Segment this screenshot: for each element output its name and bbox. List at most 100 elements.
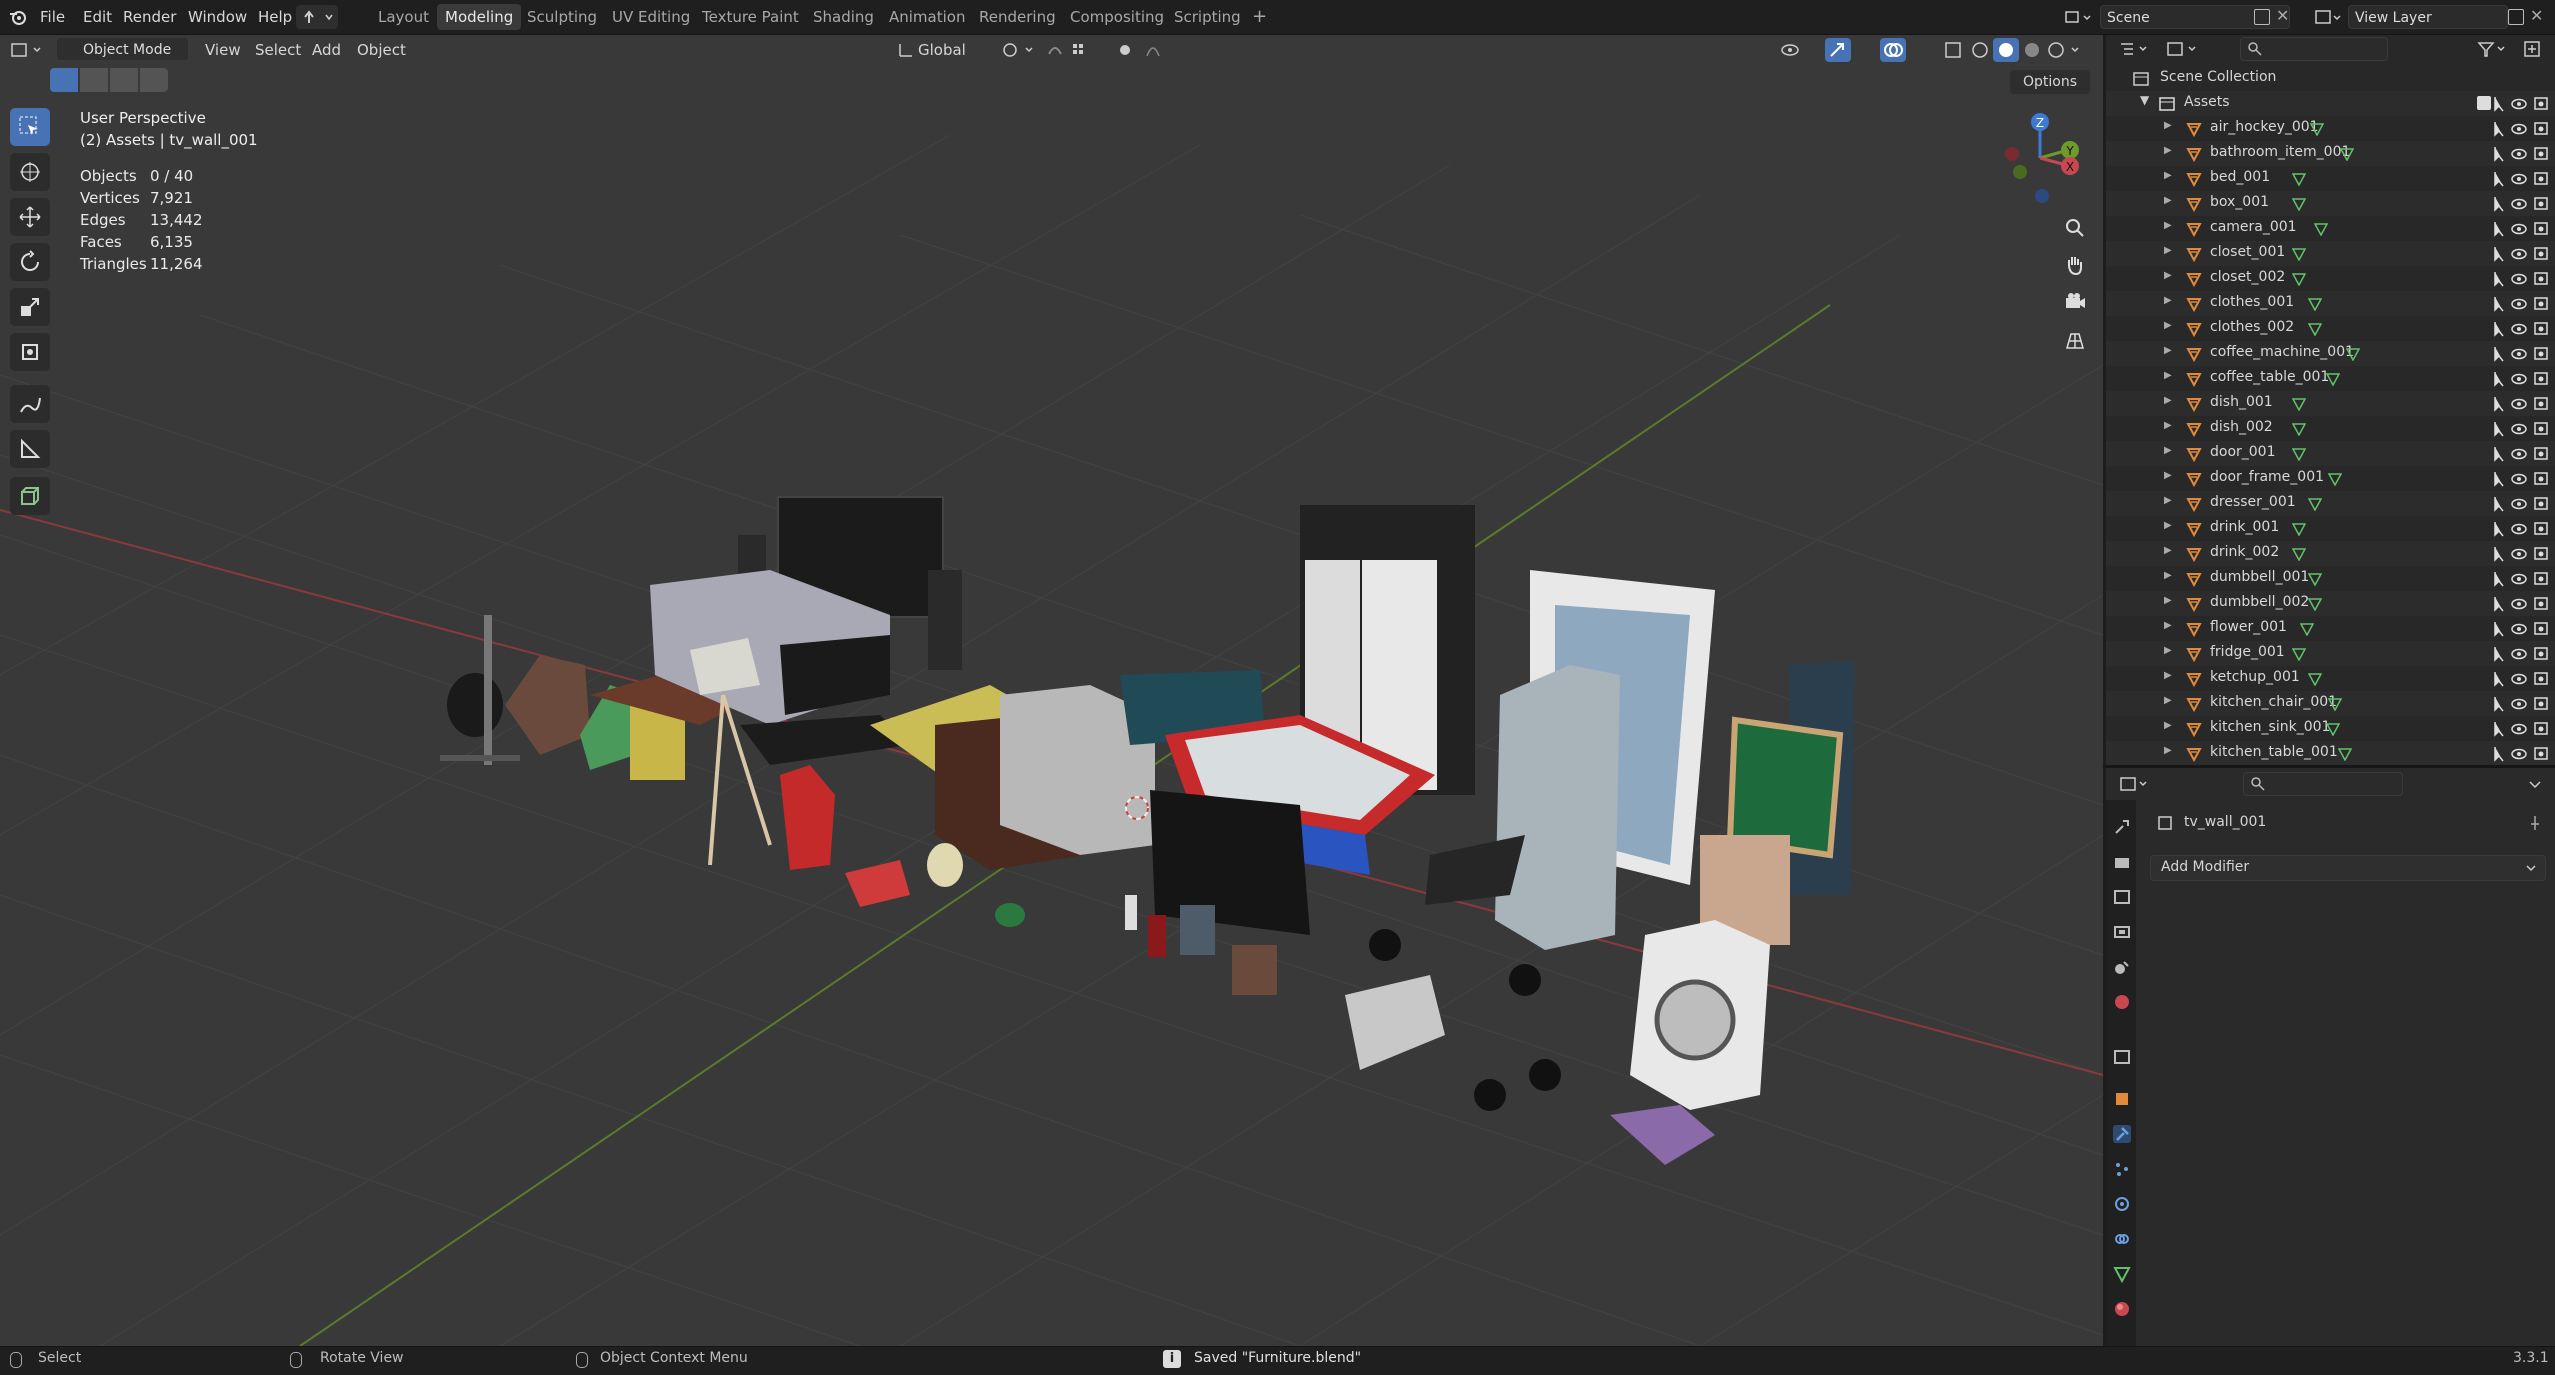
outliner-row[interactable]: ▶ dumbbell_001 — [2106, 566, 2555, 591]
menu-window[interactable]: Window — [188, 0, 247, 34]
expand-arrow-icon[interactable]: ▶ — [2164, 745, 2172, 756]
select-mode-buttons[interactable] — [50, 68, 172, 92]
outliner-row[interactable]: ▶ ketchup_001 — [2106, 666, 2555, 691]
rotate-tool[interactable] — [10, 243, 50, 281]
save-toggle-button[interactable] — [296, 5, 338, 29]
expand-arrow-icon[interactable]: ▶ — [2164, 145, 2172, 156]
modifier-tab-icon[interactable] — [2113, 1125, 2131, 1143]
mesh-data-icon[interactable] — [2328, 697, 2342, 711]
mesh-data-icon[interactable] — [2308, 322, 2322, 336]
expand-arrow-icon[interactable]: ▶ — [2164, 445, 2172, 456]
view-layer-selector[interactable]: View Layer — [2348, 5, 2508, 29]
cursor-tool[interactable] — [10, 153, 50, 191]
transform-tool[interactable] — [10, 333, 50, 371]
tool-tab-icon[interactable] — [2113, 818, 2131, 836]
new-view-layer-icon[interactable] — [2508, 9, 2524, 25]
expand-arrow-icon[interactable]: ▶ — [2164, 620, 2172, 631]
tab-compositing[interactable]: Compositing — [1062, 4, 1172, 30]
expand-arrow-icon[interactable]: ▶ — [2164, 320, 2172, 331]
add-cube-tool[interactable] — [10, 477, 50, 515]
constraints-tab-icon[interactable] — [2113, 1230, 2131, 1248]
restrict-icons[interactable] — [2489, 720, 2549, 738]
display-mode-icon[interactable] — [2165, 39, 2201, 59]
restrict-icons[interactable] — [2489, 95, 2549, 113]
scene-tab-icon[interactable] — [2113, 958, 2131, 976]
outliner-row[interactable]: ▶ camera_001 — [2106, 216, 2555, 241]
menu-add[interactable]: Add — [312, 37, 341, 63]
outliner-row[interactable]: ▶ drink_002 — [2106, 541, 2555, 566]
view-layer-tab-icon[interactable] — [2113, 923, 2131, 941]
restrict-icons[interactable] — [2489, 420, 2549, 438]
expand-arrow-icon[interactable]: ▶ — [2164, 395, 2172, 406]
mode-selector[interactable]: Object Mode — [56, 37, 189, 61]
outliner-row[interactable]: ▶ bathroom_item_001 — [2106, 141, 2555, 166]
mesh-data-icon[interactable] — [2292, 197, 2306, 211]
mesh-data-icon[interactable] — [2292, 422, 2306, 436]
select-box-tool[interactable] — [10, 108, 50, 146]
expand-arrow-icon[interactable]: ▶ — [2164, 345, 2172, 356]
mesh-data-icon[interactable] — [2326, 722, 2340, 736]
camera-view-icon[interactable] — [2062, 290, 2088, 316]
chevron-down-icon[interactable] — [2525, 774, 2545, 794]
menu-file[interactable]: File — [40, 0, 65, 34]
mesh-data-icon[interactable] — [2292, 522, 2306, 536]
mesh-data-icon[interactable] — [2308, 572, 2322, 586]
render-tab-icon[interactable] — [2113, 853, 2131, 871]
menu-help[interactable]: Help — [258, 0, 292, 34]
expand-arrow-icon[interactable]: ▶ — [2164, 220, 2172, 231]
material-tab-icon[interactable] — [2113, 1300, 2131, 1318]
outliner-row[interactable]: ▶ clothes_001 — [2106, 291, 2555, 316]
assets-collection-row[interactable]: ▼ Assets — [2106, 91, 2555, 116]
mesh-data-icon[interactable] — [2292, 397, 2306, 411]
restrict-icons[interactable] — [2489, 345, 2549, 363]
restrict-icons[interactable] — [2489, 120, 2549, 138]
mesh-data-icon[interactable] — [2308, 672, 2322, 686]
perspective-toggle-icon[interactable] — [2062, 328, 2088, 354]
expand-arrow-icon[interactable]: ▶ — [2164, 170, 2172, 181]
xray-icon[interactable] — [1943, 40, 1963, 60]
expand-arrow-icon[interactable]: ▶ — [2164, 295, 2172, 306]
outliner-row[interactable]: ▶ dumbbell_002 — [2106, 591, 2555, 616]
new-scene-icon[interactable] — [2254, 9, 2270, 25]
mesh-data-icon[interactable] — [2292, 272, 2306, 286]
outliner-row[interactable]: ▶ door_frame_001 — [2106, 466, 2555, 491]
menu-render[interactable]: Render — [123, 0, 176, 34]
mesh-data-icon[interactable] — [2308, 297, 2322, 311]
outliner-editor-icon[interactable] — [2118, 39, 2152, 59]
new-collection-icon[interactable] — [2522, 39, 2542, 59]
tab-shading[interactable]: Shading — [805, 4, 882, 30]
expand-arrow-icon[interactable]: ▶ — [2164, 245, 2172, 256]
tab-uv-editing[interactable]: UV Editing — [604, 4, 698, 30]
measure-tool[interactable] — [10, 430, 50, 468]
outliner-row[interactable]: ▶ box_001 — [2106, 191, 2555, 216]
outliner-row[interactable]: ▶ dish_001 — [2106, 391, 2555, 416]
filter-icon[interactable] — [2476, 39, 2510, 59]
mesh-data-icon[interactable] — [2310, 122, 2324, 136]
outliner-row[interactable]: ▶ coffee_table_001 — [2106, 366, 2555, 391]
outliner-row[interactable]: ▶ drink_001 — [2106, 516, 2555, 541]
properties-editor-icon[interactable] — [2118, 774, 2152, 794]
annotate-tool[interactable] — [10, 385, 50, 423]
mesh-data-tab-icon[interactable] — [2113, 1265, 2131, 1284]
object-tab-icon[interactable] — [2113, 1090, 2131, 1108]
restrict-icons[interactable] — [2489, 245, 2549, 263]
expand-arrow-icon[interactable]: ▶ — [2164, 270, 2172, 281]
shading-mode-buttons[interactable] — [1968, 38, 2088, 62]
restrict-icons[interactable] — [2489, 470, 2549, 488]
view-layer-icon[interactable] — [2314, 8, 2344, 26]
expand-arrow-icon[interactable]: ▶ — [2164, 420, 2172, 431]
outliner-row[interactable]: ▶ kitchen_table_001 — [2106, 741, 2555, 766]
restrict-icons[interactable] — [2489, 170, 2549, 188]
outliner-row[interactable]: ▶ clothes_002 — [2106, 316, 2555, 341]
expand-arrow-icon[interactable]: ▶ — [2164, 495, 2172, 506]
outliner-row[interactable]: ▶ dish_002 — [2106, 416, 2555, 441]
properties-search-input[interactable] — [2243, 772, 2403, 796]
collapse-arrow-icon[interactable]: ▼ — [2140, 93, 2149, 107]
mesh-data-icon[interactable] — [2328, 472, 2342, 486]
zoom-icon[interactable] — [2062, 215, 2088, 241]
expand-arrow-icon[interactable]: ▶ — [2164, 370, 2172, 381]
menu-view[interactable]: View — [205, 37, 241, 63]
expand-arrow-icon[interactable]: ▶ — [2164, 645, 2172, 656]
mesh-data-icon[interactable] — [2300, 622, 2314, 636]
mesh-data-icon[interactable] — [2292, 447, 2306, 461]
